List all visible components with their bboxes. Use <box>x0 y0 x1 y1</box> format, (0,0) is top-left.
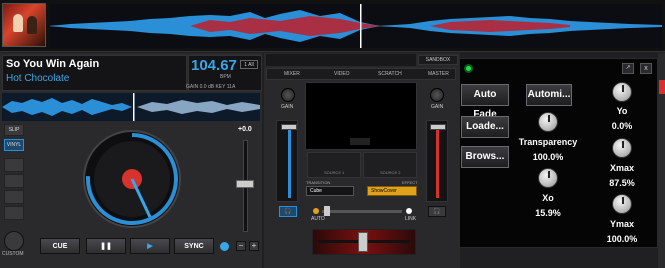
transition-select[interactable]: Cube <box>306 186 354 196</box>
xmax-value: 87.5% <box>609 178 635 188</box>
xmax-knob[interactable] <box>612 138 632 158</box>
browse-button[interactable]: Brows... <box>461 146 509 168</box>
custom-button[interactable] <box>4 231 24 251</box>
source-2-label: SOURCE 2 <box>380 170 401 175</box>
xo-value: 15.9% <box>535 208 561 218</box>
transparency-knob[interactable] <box>538 112 558 132</box>
vu-meter-right <box>436 130 439 198</box>
video-crossfader-thumb[interactable] <box>324 206 330 216</box>
pitch-slider-thumb[interactable] <box>236 180 254 188</box>
yo-knob[interactable] <box>612 82 632 102</box>
loop-tag[interactable]: 1 All <box>240 60 258 69</box>
key-lock-icon[interactable] <box>220 242 229 251</box>
gain-label-right: GAIN <box>431 104 444 110</box>
dj-app-window: So You Win Again Hot Chocolate 104.67 BP… <box>0 0 665 268</box>
transparency-label: Transparency <box>518 137 578 147</box>
auto-toggle[interactable] <box>313 208 319 214</box>
pitch-plus-button[interactable]: + <box>249 241 259 251</box>
gain-knob-right[interactable] <box>430 88 444 102</box>
pause-button[interactable]: ❚❚ <box>86 238 126 254</box>
link-label: LINK <box>405 216 417 222</box>
pad-button-4[interactable] <box>4 206 24 220</box>
crossfader-thumb[interactable] <box>358 232 368 252</box>
auto-fade-button[interactable]: Auto Fade <box>461 84 509 120</box>
load-button[interactable]: Loade... <box>461 116 509 138</box>
bpm-unit: BPM <box>220 74 231 80</box>
vu-meter-left <box>288 130 291 198</box>
source-1-label: SOURCE 1 <box>324 170 345 175</box>
slip-button[interactable]: SLIP <box>4 124 24 136</box>
auto-label: AUTO <box>311 216 325 222</box>
track-overview-waveform[interactable] <box>50 4 662 48</box>
gain-label-left: GAIN <box>281 104 294 110</box>
headphone-cue-left-icon[interactable]: 🎧 <box>279 206 297 217</box>
bpm-value: 104.67 <box>191 57 237 74</box>
yo-label: Yo <box>616 106 628 116</box>
vinyl-button[interactable]: VINYL <box>4 139 24 151</box>
tab-mixer[interactable]: MIXER <box>284 69 300 79</box>
channel-fader-left-thumb[interactable] <box>281 124 297 130</box>
sandbox-button[interactable]: SANDBOX <box>418 55 458 65</box>
power-led-icon[interactable] <box>464 64 473 73</box>
link-toggle[interactable] <box>406 208 412 214</box>
pitch-value: +0.0 <box>238 126 252 133</box>
jog-wheel[interactable] <box>82 129 182 229</box>
channel-fader-right-thumb[interactable] <box>430 124 446 130</box>
pin-icon[interactable]: ↗ <box>622 63 634 74</box>
deck-waveform[interactable] <box>2 93 260 121</box>
video-crossfader-track[interactable] <box>322 210 402 213</box>
effect-select[interactable]: ShowCover <box>367 186 417 196</box>
video-source-1[interactable]: SOURCE 1 <box>307 152 361 178</box>
track-title: So You Win Again <box>6 58 100 70</box>
pitch-minus-button[interactable]: − <box>236 241 246 251</box>
xmax-label: Xmax <box>609 163 635 173</box>
yo-value: 0.0% <box>611 121 633 131</box>
ymax-label: Ymax <box>609 219 635 229</box>
right-deck-indicator <box>659 80 665 94</box>
cue-button[interactable]: CUE <box>40 238 80 254</box>
ymax-knob[interactable] <box>612 194 632 214</box>
sync-button[interactable]: SYNC <box>174 238 214 254</box>
close-icon[interactable]: x <box>640 63 652 74</box>
ymax-value: 100.0% <box>606 234 638 244</box>
gain-key-readout: GAIN 0.0 dB KEY 11A <box>186 84 236 90</box>
album-cover <box>2 3 46 47</box>
headphone-cue-right-icon[interactable]: 🎧 <box>428 206 446 217</box>
play-button[interactable]: ▶ <box>130 238 170 254</box>
pad-button-1[interactable] <box>4 158 24 172</box>
transparency-value: 100.0% <box>532 152 564 162</box>
xo-label: Xo <box>542 193 554 203</box>
video-logo <box>350 138 370 145</box>
xo-knob[interactable] <box>538 168 558 188</box>
pad-button-3[interactable] <box>4 190 24 204</box>
video-source-2[interactable]: SOURCE 2 <box>363 152 417 178</box>
tab-master[interactable]: MASTER <box>428 69 449 79</box>
custom-label: CUSTOM <box>2 251 24 257</box>
track-artist: Hot Chocolate <box>6 73 70 84</box>
mixer-header <box>266 54 416 66</box>
transition-label: TRANSITION <box>306 180 331 185</box>
automation-button[interactable]: Automi... <box>526 84 572 106</box>
tab-scratch[interactable]: SCRATCH <box>378 69 402 79</box>
tab-video[interactable]: VIDEO <box>334 69 350 79</box>
pad-button-2[interactable] <box>4 174 24 188</box>
gain-knob-left[interactable] <box>281 88 295 102</box>
effect-label: EFFECT <box>402 180 418 185</box>
channel-fader-left[interactable] <box>276 120 298 202</box>
